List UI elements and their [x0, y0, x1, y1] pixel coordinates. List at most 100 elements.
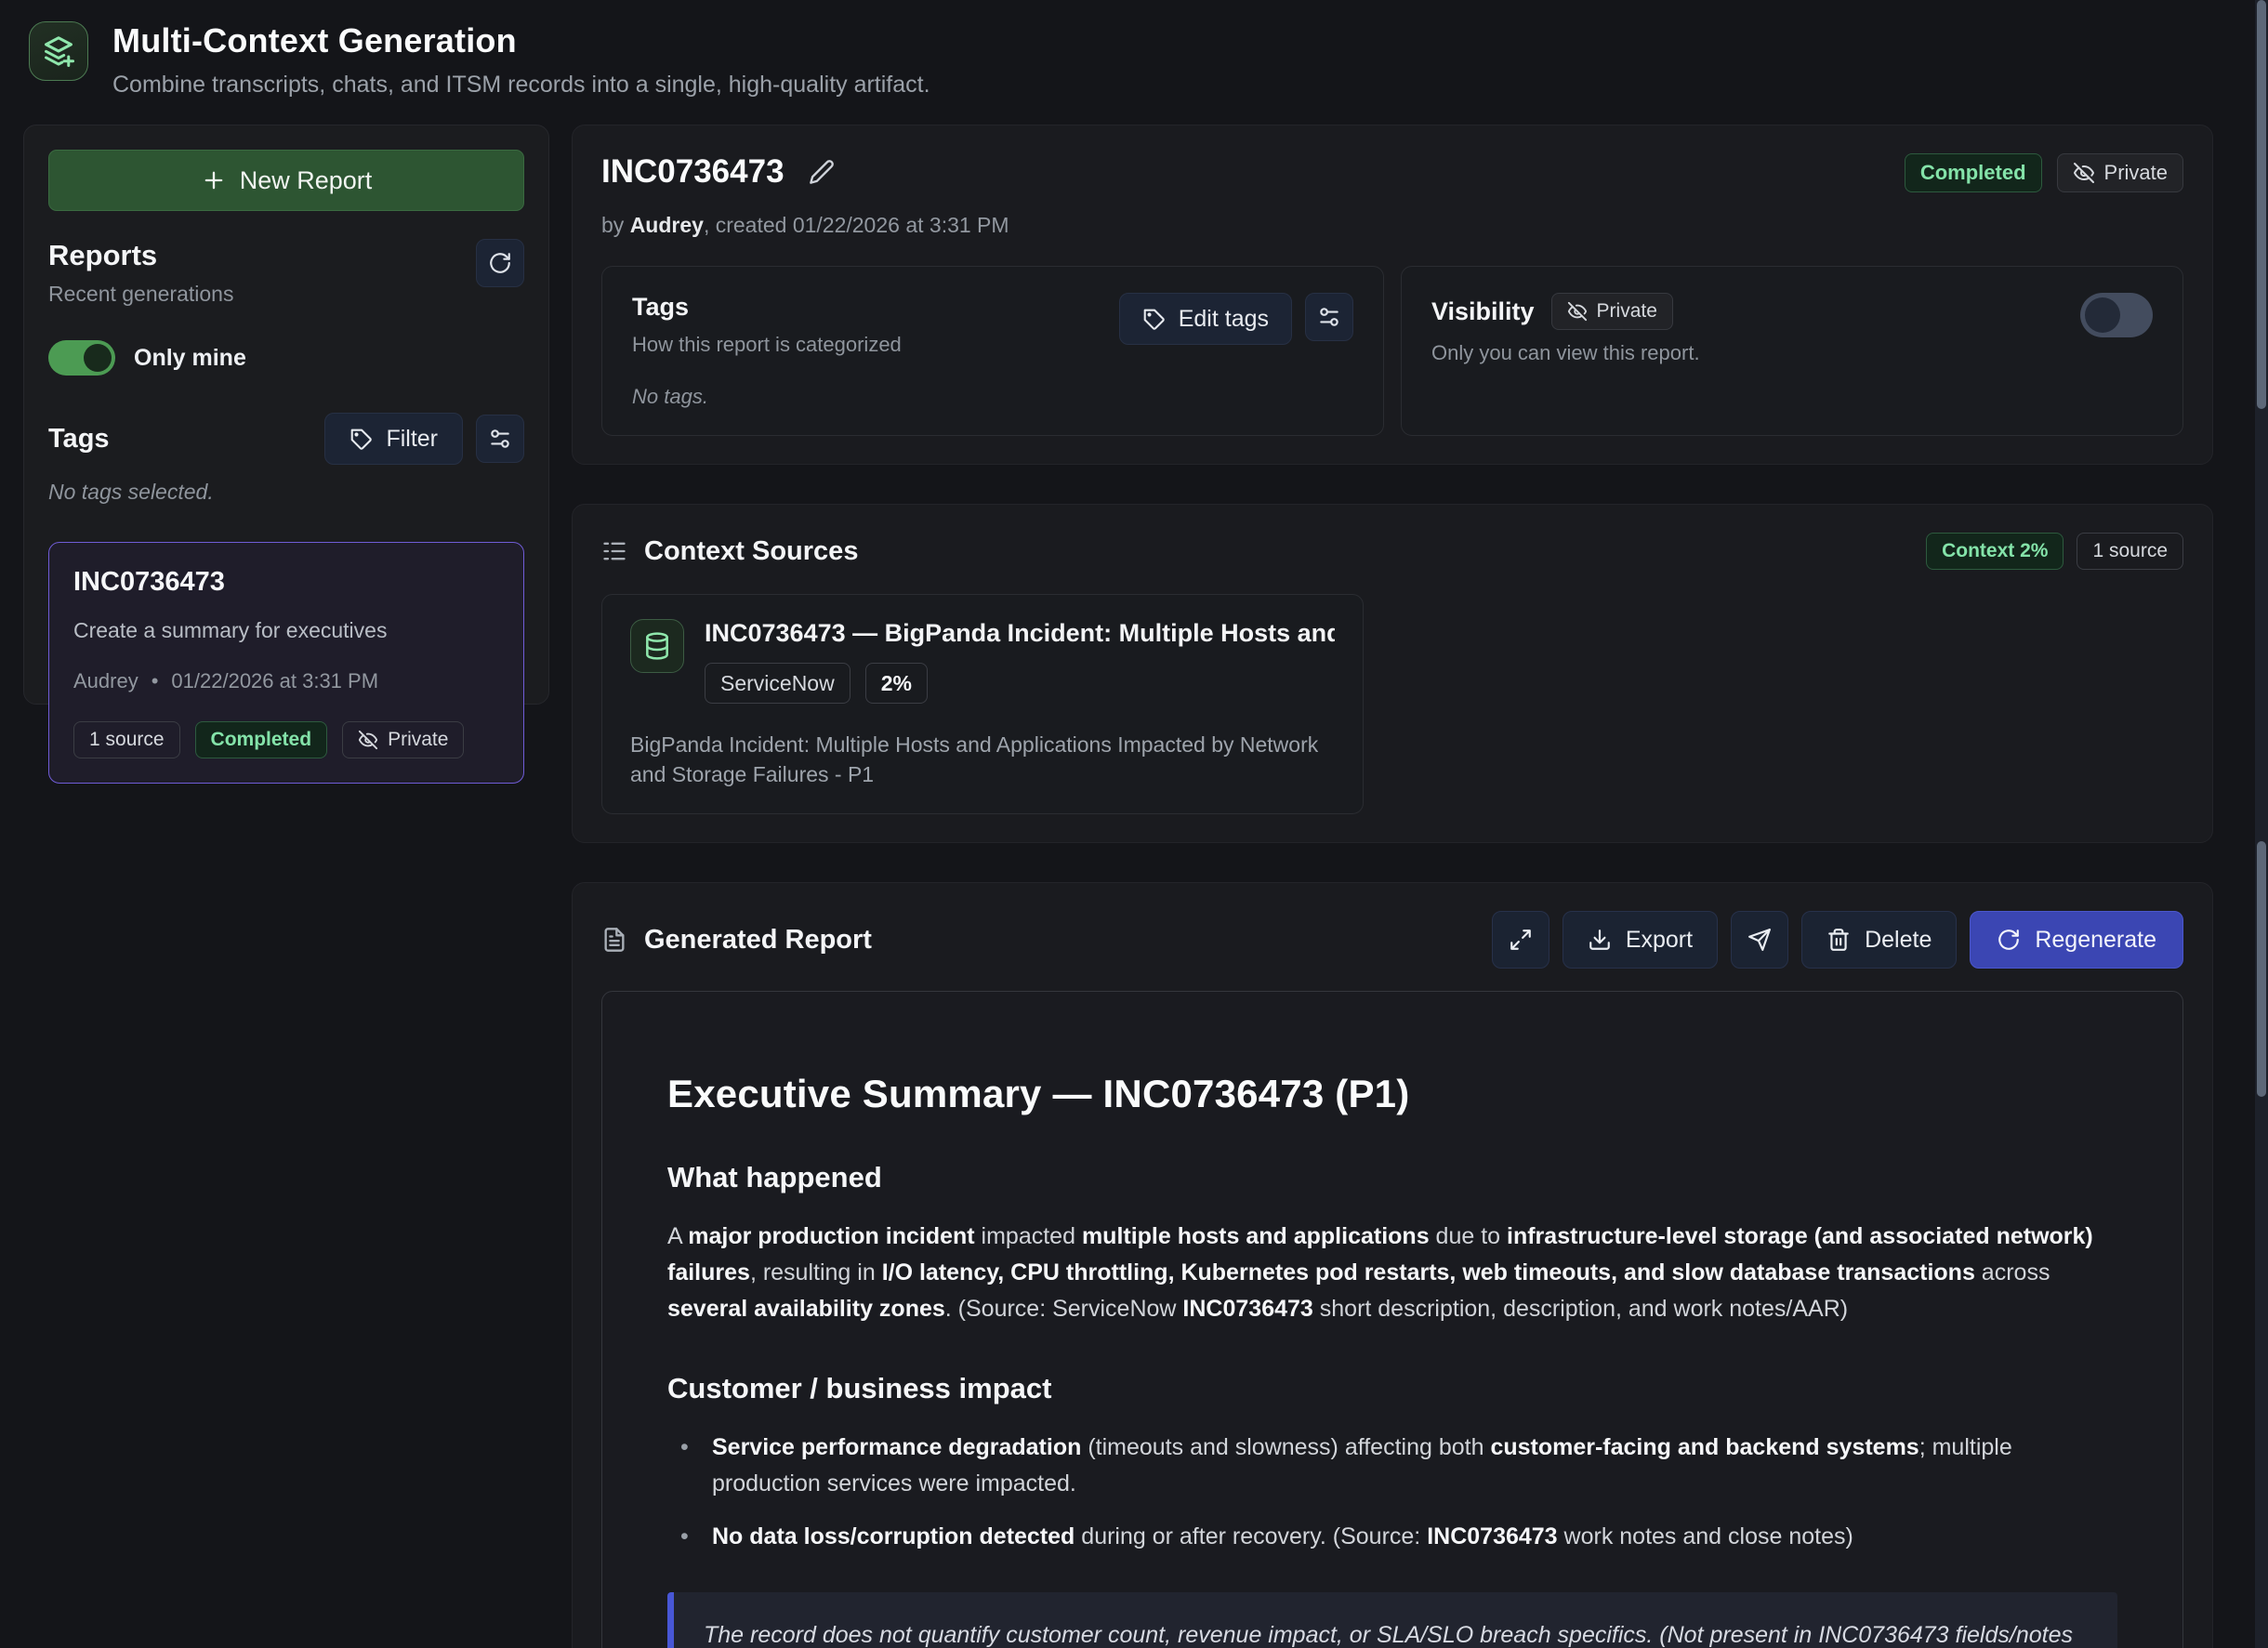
filter-label: Filter [386, 426, 438, 453]
report-status-badge: Completed [1905, 153, 2042, 192]
page-title: Multi-Context Generation [112, 21, 930, 60]
plus-icon [201, 167, 227, 193]
source-count-badge: 1 source [2077, 533, 2183, 570]
new-report-button[interactable]: New Report [48, 150, 524, 211]
tag-settings-button[interactable] [476, 415, 524, 463]
visibility-badge: Private [342, 721, 464, 758]
eye-off-icon [358, 730, 378, 750]
byline-author: Audrey [630, 213, 704, 237]
report-visibility-badge: Private [2057, 153, 2183, 192]
main-area: INC0736473 Completed [572, 125, 2213, 1648]
edit-title-icon[interactable] [809, 159, 835, 185]
tag-icon [349, 428, 373, 451]
expand-button[interactable] [1492, 911, 1549, 969]
list-item: No data loss/corruption detected during … [680, 1519, 2117, 1555]
report-paragraph: A major production incident impacted mul… [667, 1219, 2117, 1327]
app-header: Multi-Context Generation Combine transcr… [0, 0, 2268, 125]
list-icon [601, 538, 627, 564]
source-title: INC0736473 — BigPanda Incident: Multiple… [705, 619, 1335, 648]
database-icon-tile [630, 619, 684, 673]
tags-panel-title: Tags [632, 293, 902, 322]
tag-icon [1142, 308, 1166, 331]
visibility-state-badge: Private [1551, 293, 1673, 330]
generated-report-title: Generated Report [644, 925, 872, 956]
send-button[interactable] [1731, 911, 1788, 969]
visibility-badge-label: Private [388, 729, 448, 751]
report-card-meta: Audrey • 01/22/2026 at 3:31 PM [73, 669, 499, 693]
edit-tags-label: Edit tags [1179, 306, 1269, 333]
no-tags-text: No tags selected. [48, 480, 524, 505]
reports-subheading: Recent generations [48, 282, 233, 307]
visibility-state-label: Private [1597, 300, 1657, 323]
status-badge: Completed [195, 721, 328, 758]
source-card[interactable]: INC0736473 — BigPanda Incident: Multiple… [601, 594, 1364, 814]
tags-panel: Tags How this report is categorized No t… [601, 266, 1384, 436]
context-sources-title: Context Sources [644, 536, 858, 567]
layers-plus-icon [41, 33, 76, 69]
source-percent-badge: 2% [865, 663, 928, 704]
report-visibility-label: Private [2104, 161, 2168, 185]
refresh-icon [488, 251, 512, 275]
sliders-icon [1317, 305, 1341, 329]
tags-heading: Tags [48, 424, 110, 455]
report-h2-impact: Customer / business impact [667, 1372, 2117, 1405]
only-mine-label: Only mine [134, 345, 246, 372]
maximize-icon [1509, 928, 1533, 952]
sidebar: New Report Reports Recent generations On… [23, 125, 549, 705]
eye-off-icon [2073, 162, 2095, 184]
filter-button[interactable]: Filter [324, 413, 463, 465]
context-percent-badge: Context 2% [1926, 533, 2064, 570]
trash-icon [1826, 928, 1851, 952]
refresh-reports-button[interactable] [476, 239, 524, 287]
sources-badge: 1 source [73, 721, 180, 758]
report-card-title: INC0736473 [73, 567, 499, 598]
impact-list: Service performance degradation (timeout… [680, 1430, 2117, 1555]
report-h1: Executive Summary — INC0736473 (P1) [667, 1072, 2117, 1116]
report-header-section: INC0736473 Completed [572, 125, 2213, 465]
page-subtitle: Combine transcripts, chats, and ITSM rec… [112, 72, 930, 99]
export-label: Export [1626, 927, 1693, 954]
delete-label: Delete [1865, 927, 1932, 954]
new-report-label: New Report [240, 166, 373, 195]
eye-off-icon [1567, 301, 1588, 322]
report-card-description: Create a summary for executives [73, 618, 499, 643]
tags-settings-button[interactable] [1305, 293, 1353, 341]
list-item: Service performance degradation (timeout… [680, 1430, 2117, 1502]
generated-report-section: Generated Report [572, 882, 2213, 1648]
report-h2-what-happened: What happened [667, 1161, 2117, 1194]
delete-button[interactable]: Delete [1801, 911, 1957, 969]
tags-empty-text: No tags. [632, 385, 902, 409]
app-logo [29, 21, 88, 81]
send-icon [1747, 928, 1772, 952]
regenerate-label: Regenerate [2035, 927, 2156, 954]
source-description: BigPanda Incident: Multiple Hosts and Ap… [630, 730, 1335, 789]
export-button[interactable]: Export [1563, 911, 1718, 969]
refresh-icon [1997, 928, 2021, 952]
download-icon [1588, 928, 1612, 952]
visibility-toggle[interactable] [2080, 293, 2153, 337]
visibility-description: Only you can view this report. [1431, 341, 1700, 365]
report-content: Executive Summary — INC0736473 (P1) What… [601, 991, 2183, 1648]
regenerate-button[interactable]: Regenerate [1970, 911, 2183, 969]
report-card[interactable]: INC0736473 Create a summary for executiv… [48, 542, 524, 784]
report-byline: by Audrey, created 01/22/2026 at 3:31 PM [601, 213, 2183, 238]
file-text-icon [601, 927, 627, 953]
source-type-badge: ServiceNow [705, 663, 850, 704]
meta-separator: • [152, 669, 159, 693]
edit-tags-button[interactable]: Edit tags [1119, 293, 1292, 345]
scrollbar-thumb[interactable] [2257, 841, 2266, 1097]
report-card-timestamp: 01/22/2026 at 3:31 PM [171, 669, 378, 693]
tags-panel-subtitle: How this report is categorized [632, 333, 902, 357]
report-title: INC0736473 [601, 153, 785, 191]
database-icon [642, 631, 672, 661]
scrollbar-track[interactable] [2255, 0, 2268, 1648]
visibility-panel-title: Visibility [1431, 297, 1535, 326]
scrollbar-thumb[interactable] [2257, 0, 2266, 409]
only-mine-toggle[interactable] [48, 340, 115, 376]
context-sources-section: Context Sources Context 2% 1 source [572, 504, 2213, 843]
visibility-panel: Visibility Private [1401, 266, 2183, 436]
reports-heading: Reports [48, 239, 233, 272]
report-card-author: Audrey [73, 669, 138, 693]
report-blockquote: The record does not quantify customer co… [667, 1592, 2117, 1648]
sliders-icon [488, 427, 512, 451]
